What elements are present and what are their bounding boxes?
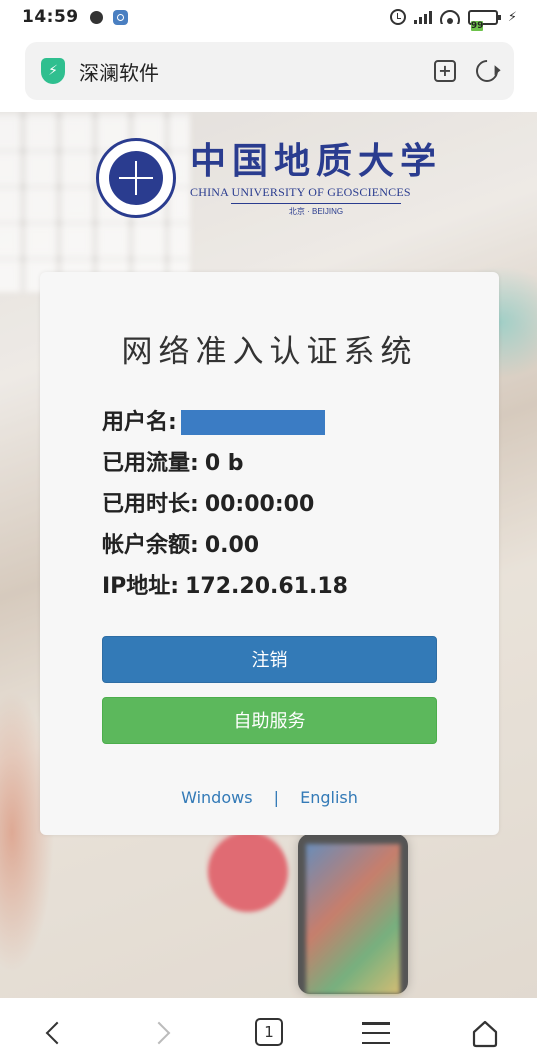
balance-row: 帐户余额: 0.00 [102,525,348,566]
english-link[interactable]: English [300,788,358,807]
traffic-value: 0 b [204,450,244,476]
home-icon[interactable] [470,1018,500,1048]
tabs-button[interactable]: 1 [255,1018,283,1046]
logo-english-name: CHINA UNIVERSITY OF GEOSCIENCES [190,185,411,199]
web-page: 中国地质大学 CHINA UNIVERSITY OF GEOSCIENCES 北… [0,112,537,998]
university-logo: 中国地质大学 CHINA UNIVERSITY OF GEOSCIENCES 北… [96,138,442,218]
ip-value: 172.20.61.18 [185,573,348,599]
menu-icon[interactable] [362,1022,390,1044]
duration-label: 已用时长: [102,491,199,517]
traffic-label: 已用流量: [102,450,199,476]
duration-row: 已用时长: 00:00:00 [102,484,348,525]
logo-chinese-name: 中国地质大学 [190,140,443,182]
balance-label: 帐户余额: [102,532,199,558]
balance-value: 0.00 [204,532,260,558]
auth-card: 网络准入认证系统 用户名: 已用流量: 0 b 已用时长: 00:00:00 帐… [40,272,499,835]
forward-icon[interactable] [148,1018,178,1048]
duration-value: 00:00:00 [204,491,315,517]
refresh-icon[interactable] [471,55,503,87]
university-seal-icon [96,138,176,218]
add-bookmark-icon[interactable]: + [434,60,456,82]
address-bar[interactable]: ⚡ 深澜软件 + [25,42,514,100]
username-row: 用户名: [102,402,348,443]
ip-label: IP地址: [102,573,180,599]
account-info: 用户名: 已用流量: 0 b 已用时长: 00:00:00 帐户余额: 0.00… [102,402,348,607]
link-separator: | [273,788,280,807]
ip-row: IP地址: 172.20.61.18 [102,566,348,607]
alarm-icon [389,9,406,25]
browser-bottom-nav: 1 [0,998,537,1061]
browser-toolbar: ⚡ 深澜软件 + [0,34,537,112]
logo-city: 北京 · BEIJING [231,203,401,217]
username-redacted [180,410,325,435]
self-service-button[interactable]: 自助服务 [102,697,437,744]
traffic-row: 已用流量: 0 b [102,443,348,484]
status-time: 14:59 [22,7,79,27]
shield-icon: ⚡ [41,58,65,84]
status-bar: 14:59 99 ⚡ [0,0,537,34]
wifi-icon [439,10,460,24]
username-label: 用户名: [102,409,177,435]
app-notification-icon [112,9,128,25]
windows-link[interactable]: Windows [181,788,252,807]
battery-icon: 99 [467,9,501,31]
signal-icon [413,10,432,24]
address-text[interactable]: 深澜软件 [79,57,159,86]
battery-level: 99 [470,20,484,31]
card-title: 网络准入认证系统 [121,334,418,370]
back-icon[interactable] [38,1018,68,1048]
address-actions: + [434,55,503,87]
client-links: Windows | English [40,788,499,807]
notification-dot-icon [89,10,103,24]
status-icons: 99 ⚡ [389,9,517,31]
charging-icon: ⚡ [507,9,517,25]
logout-button[interactable]: 注销 [102,636,437,683]
